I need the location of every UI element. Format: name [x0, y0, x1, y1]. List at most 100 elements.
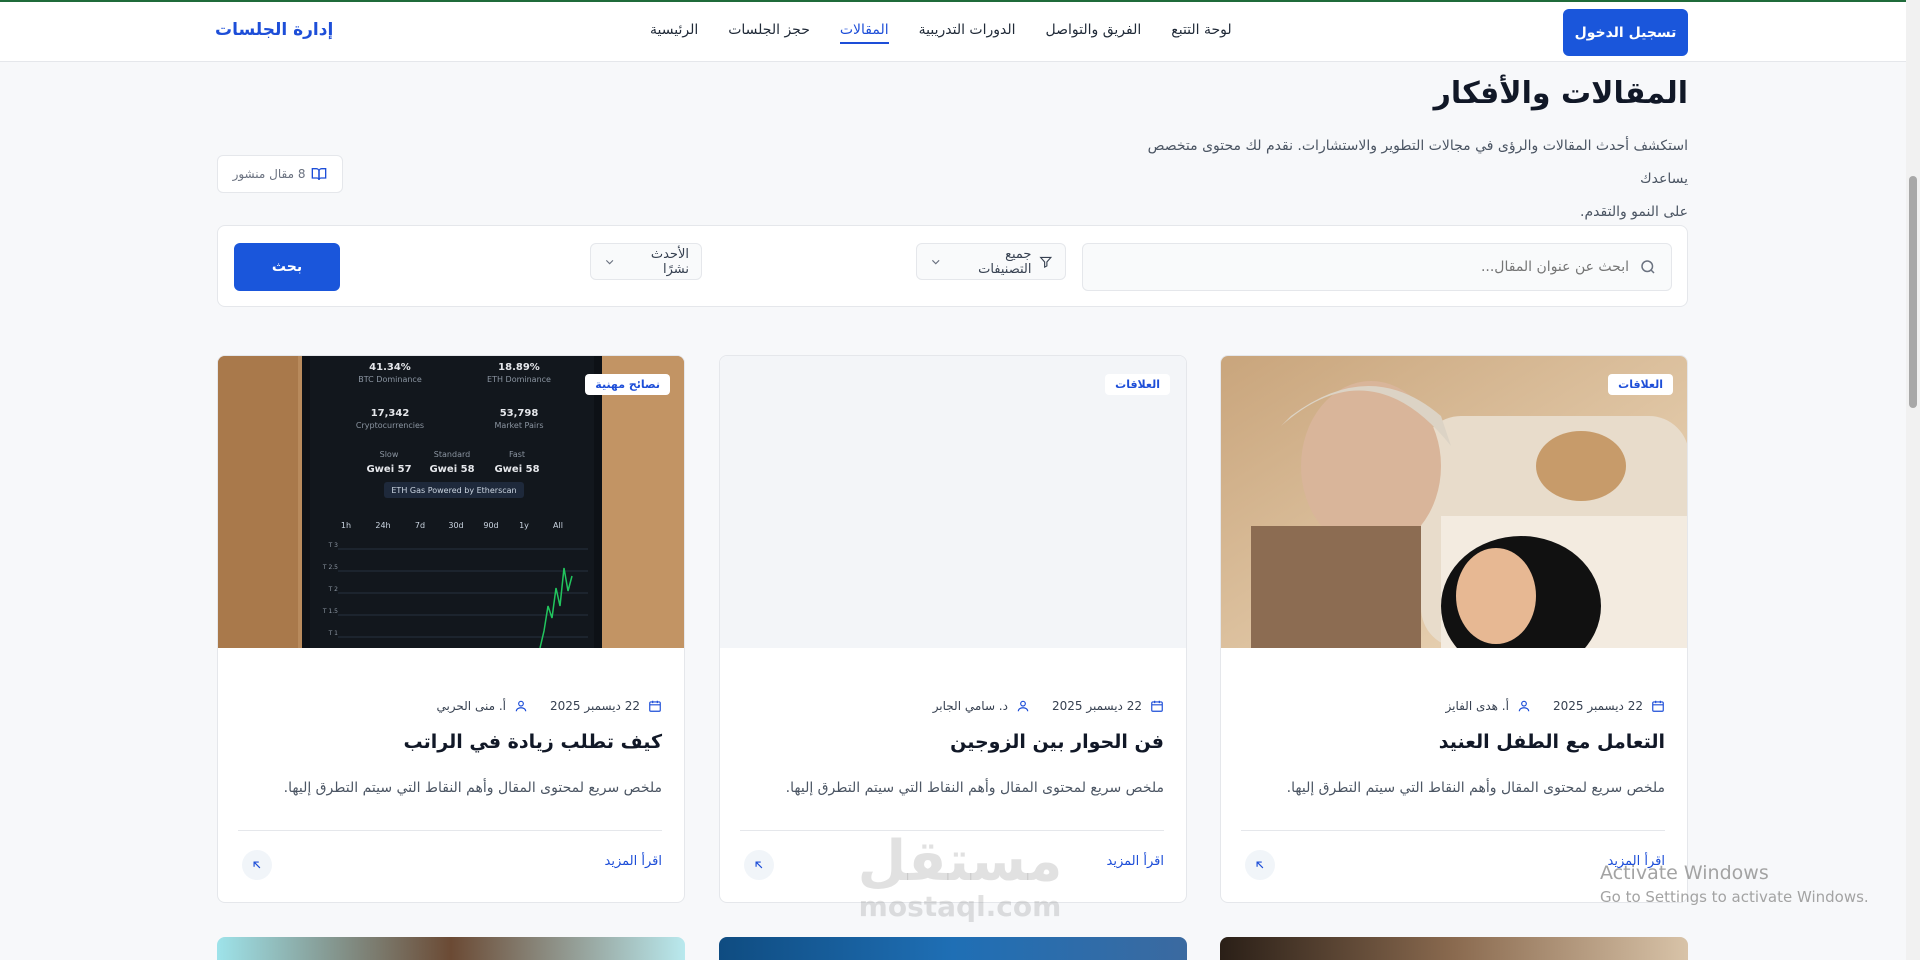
- nav-link-home[interactable]: الرئيسية: [650, 22, 698, 44]
- article-tag: نصائح مهنية: [585, 374, 670, 395]
- range-tab: 7d: [415, 521, 425, 530]
- scrollbar-thumb[interactable]: [1909, 176, 1917, 408]
- book-open-icon: [312, 168, 327, 181]
- phone-stat-label: Cryptocurrencies: [356, 421, 424, 430]
- activate-windows-subtitle: Go to Settings to activate Windows.: [1600, 888, 1869, 906]
- article-meta: 22 ديسمبر 2025 أ. هدى الفايز: [1445, 699, 1665, 713]
- article-excerpt: ملخص سريع لمحتوى المقال وأهم النقاط التي…: [1286, 780, 1665, 796]
- chart-y-tick: 1.5 T: [322, 608, 338, 615]
- article-meta: 22 ديسمبر 2025 د. سامي الجابر: [933, 699, 1164, 713]
- open-article-button[interactable]: [242, 850, 272, 880]
- article-image-mother-child: العلاقات: [1221, 356, 1687, 676]
- sort-select-value: الأحدث نشرًا: [650, 246, 689, 277]
- phone-stat-value: 17,342: [371, 408, 410, 419]
- range-tab: 1y: [519, 521, 529, 530]
- range-tab: 30d: [448, 521, 463, 530]
- chart-y-tick: 2 T: [328, 586, 339, 593]
- article-meta: 22 ديسمبر 2025 أ. منى الحربي: [436, 699, 662, 713]
- page-scrollbar[interactable]: [1906, 0, 1920, 960]
- page-description: استكشف أحدث المقالات والرؤى في مجالات ال…: [1110, 130, 1688, 229]
- nav-link-team[interactable]: الفريق والتواصل: [1046, 22, 1142, 44]
- gas-value: 58 Gwei: [429, 464, 474, 475]
- filter-icon: [1039, 256, 1053, 268]
- article-tag: العلاقات: [1105, 374, 1170, 395]
- read-more-link[interactable]: اقرأ المزيد: [605, 854, 662, 869]
- calendar-icon: [1652, 700, 1664, 712]
- filter-panel: جميع التصنيفات الأحدث نشرًا بحث: [217, 225, 1688, 307]
- calendar-icon: [1151, 700, 1163, 712]
- article-count-text: 8 مقال منشور: [232, 167, 306, 181]
- article-card[interactable]: العلاقات 22 ديسمبر 2025 د. سامي الجابر ف…: [719, 355, 1187, 903]
- card-divider: [238, 830, 662, 831]
- gas-value: 57 Gwei: [366, 464, 411, 475]
- article-author: أ. منى الحربي: [436, 699, 506, 713]
- chevron-down-icon: [605, 259, 614, 264]
- user-icon: [1518, 700, 1530, 712]
- search-icon: [1641, 260, 1655, 274]
- user-icon: [515, 700, 527, 712]
- article-count-badge: 8 مقال منشور: [217, 155, 343, 193]
- mostaql-watermark: مستقل mostaql.com: [843, 832, 1077, 922]
- phone-stat-label: ETH Dominance: [487, 375, 551, 384]
- article-date: 22 ديسمبر 2025: [1552, 699, 1643, 713]
- article-date: 22 ديسمبر 2025: [1051, 699, 1142, 713]
- phone-stat-label: Market Pairs: [494, 421, 543, 430]
- article-card-next-row[interactable]: [1220, 937, 1688, 960]
- article-title[interactable]: فن الحوار بين الزوجين: [734, 731, 1164, 753]
- article-title[interactable]: كيف تطلب زيادة في الراتب: [232, 731, 662, 753]
- watermark-logo-ar: مستقل: [857, 829, 1063, 894]
- calendar-icon: [649, 700, 661, 712]
- article-author: د. سامي الجابر: [932, 699, 1008, 713]
- watermark-logo-en: mostaql.com: [858, 890, 1062, 923]
- card-divider: [1241, 830, 1665, 831]
- article-card[interactable]: العلاقات 22 ديسمبر 2025 أ. هدى الفايز ال…: [1220, 355, 1688, 903]
- article-title[interactable]: التعامل مع الطفل العنيد: [1235, 731, 1665, 753]
- nav-links: الرئيسية حجز الجلسات المقالات الدورات ال…: [650, 22, 1232, 44]
- page-description-line1: استكشف أحدث المقالات والرؤى في مجالات ال…: [1147, 138, 1688, 187]
- open-article-button[interactable]: [744, 850, 774, 880]
- nav-link-dashboard[interactable]: لوحة التتبع: [1171, 22, 1231, 44]
- gas-badge: ETH Gas Powered by Etherscan: [391, 486, 516, 495]
- page-title: المقالات والأفكار: [1433, 76, 1688, 111]
- gas-label: Standard: [434, 450, 470, 459]
- top-navbar: إدارة الجلسات الرئيسية حجز الجلسات المقا…: [0, 2, 1906, 62]
- article-card[interactable]: 41.34% 18.89% 17,342 53,798 BTC Dominanc…: [217, 355, 685, 903]
- gas-label: Fast: [509, 450, 525, 459]
- article-image-phone-crypto: 41.34% 18.89% 17,342 53,798 BTC Dominanc…: [218, 356, 684, 649]
- chevron-down-icon: [931, 259, 940, 264]
- sort-select[interactable]: الأحدث نشرًا: [590, 243, 702, 280]
- chart-y-tick: 3 T: [328, 542, 339, 549]
- article-excerpt: ملخص سريع لمحتوى المقال وأهم النقاط التي…: [283, 780, 662, 796]
- nav-link-booking[interactable]: حجز الجلسات: [728, 22, 810, 44]
- range-tab: 1h: [341, 521, 351, 530]
- brand-logo[interactable]: إدارة الجلسات: [215, 20, 333, 40]
- activate-windows-title: Activate Windows: [1600, 862, 1769, 884]
- chart-y-tick: 2.5 T: [322, 564, 338, 571]
- user-icon: [1017, 700, 1029, 712]
- login-button[interactable]: تسجيل الدخول: [1563, 9, 1688, 56]
- search-input[interactable]: [1109, 259, 1629, 275]
- read-more-link[interactable]: اقرأ المزيد: [1107, 854, 1164, 869]
- article-card-next-row[interactable]: [217, 937, 685, 960]
- range-tab: 24h: [375, 521, 390, 530]
- gas-label: Slow: [380, 450, 399, 459]
- category-select[interactable]: جميع التصنيفات: [916, 243, 1066, 280]
- phone-stat-value: 18.89%: [498, 362, 540, 373]
- article-card-next-row[interactable]: [719, 937, 1187, 960]
- range-tab: 90d: [483, 521, 498, 530]
- gas-value: 58 Gwei: [494, 464, 539, 475]
- phone-stat-value: 53,798: [500, 408, 539, 419]
- article-date: 22 ديسمبر 2025: [549, 699, 640, 713]
- nav-link-articles[interactable]: المقالات: [839, 22, 889, 44]
- chart-y-tick: 1 T: [328, 630, 339, 637]
- phone-stat-value: 41.34%: [369, 362, 411, 373]
- range-tab: All: [553, 521, 563, 530]
- arrow-up-left-icon: [1256, 861, 1264, 869]
- nav-link-courses[interactable]: الدورات التدريبية: [919, 22, 1016, 44]
- article-author: أ. هدى الفايز: [1445, 699, 1509, 713]
- search-box[interactable]: [1082, 243, 1672, 291]
- arrow-up-left-icon: [253, 861, 261, 869]
- open-article-button[interactable]: [1245, 850, 1275, 880]
- phone-stat-label: BTC Dominance: [358, 375, 422, 384]
- search-button[interactable]: بحث: [234, 243, 340, 291]
